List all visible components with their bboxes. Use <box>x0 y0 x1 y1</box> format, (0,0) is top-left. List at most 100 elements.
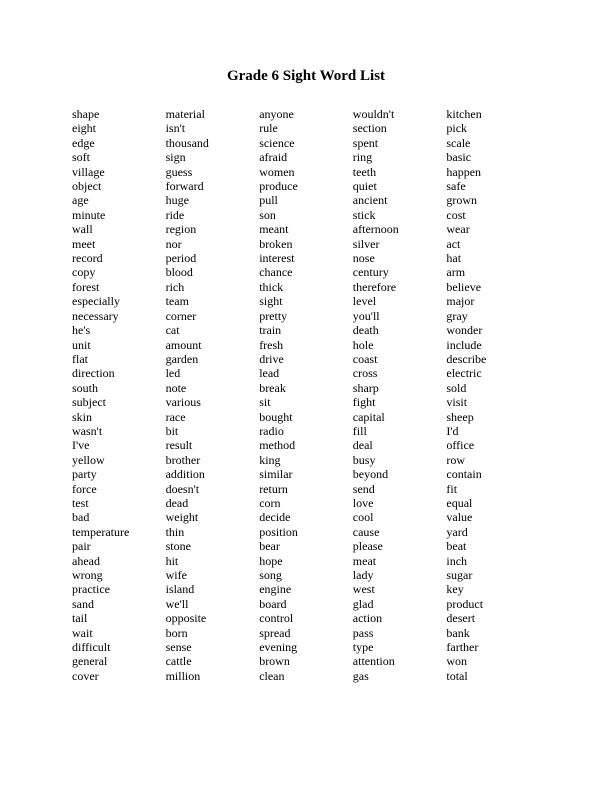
word-item: women <box>259 165 353 179</box>
word-item: bought <box>259 410 353 424</box>
word-item: edge <box>72 136 166 150</box>
word-item: pick <box>446 121 540 135</box>
word-item: temperature <box>72 525 166 539</box>
word-item: action <box>353 611 447 625</box>
word-item: silver <box>353 237 447 251</box>
word-item: spent <box>353 136 447 150</box>
word-item: age <box>72 193 166 207</box>
word-item: believe <box>446 280 540 294</box>
word-item: cool <box>353 510 447 524</box>
word-item: wife <box>166 568 260 582</box>
word-item: skin <box>72 410 166 424</box>
word-item: you'll <box>353 309 447 323</box>
word-item: clean <box>259 669 353 683</box>
word-item: wasn't <box>72 424 166 438</box>
word-item: garden <box>166 352 260 366</box>
word-item: result <box>166 438 260 452</box>
word-item: ancient <box>353 193 447 207</box>
word-item: anyone <box>259 107 353 121</box>
word-item: especially <box>72 294 166 308</box>
word-item: corner <box>166 309 260 323</box>
word-item: radio <box>259 424 353 438</box>
word-item: century <box>353 265 447 279</box>
word-item: sharp <box>353 381 447 395</box>
word-item: farther <box>446 640 540 654</box>
word-item: deal <box>353 438 447 452</box>
word-item: shape <box>72 107 166 121</box>
word-item: born <box>166 626 260 640</box>
word-item: nose <box>353 251 447 265</box>
word-item: teeth <box>353 165 447 179</box>
word-item: blood <box>166 265 260 279</box>
word-item: weight <box>166 510 260 524</box>
word-item: gas <box>353 669 447 683</box>
word-item: isn't <box>166 121 260 135</box>
word-item: control <box>259 611 353 625</box>
word-item: level <box>353 294 447 308</box>
word-item: west <box>353 582 447 596</box>
word-item: desert <box>446 611 540 625</box>
word-item: method <box>259 438 353 452</box>
word-item: I've <box>72 438 166 452</box>
word-item: period <box>166 251 260 265</box>
word-item: major <box>446 294 540 308</box>
word-item: note <box>166 381 260 395</box>
word-item: wouldn't <box>353 107 447 121</box>
word-item: direction <box>72 366 166 380</box>
word-item: drive <box>259 352 353 366</box>
word-item: train <box>259 323 353 337</box>
word-item: wall <box>72 222 166 236</box>
word-item: song <box>259 568 353 582</box>
word-item: therefore <box>353 280 447 294</box>
word-item: arm <box>446 265 540 279</box>
word-item: brown <box>259 654 353 668</box>
word-item: doesn't <box>166 482 260 496</box>
word-columns: shapeeightedgesoftvillageobjectageminute… <box>72 107 540 683</box>
word-item: village <box>72 165 166 179</box>
column-1: shapeeightedgesoftvillageobjectageminute… <box>72 107 166 683</box>
word-item: beat <box>446 539 540 553</box>
word-item: quiet <box>353 179 447 193</box>
word-item: forest <box>72 280 166 294</box>
word-item: bad <box>72 510 166 524</box>
word-item: equal <box>446 496 540 510</box>
word-item: science <box>259 136 353 150</box>
word-item: return <box>259 482 353 496</box>
word-item: million <box>166 669 260 683</box>
word-item: sugar <box>446 568 540 582</box>
word-item: engine <box>259 582 353 596</box>
word-item: ring <box>353 150 447 164</box>
word-item: son <box>259 208 353 222</box>
word-item: bank <box>446 626 540 640</box>
word-item: cost <box>446 208 540 222</box>
word-item: position <box>259 525 353 539</box>
word-item: type <box>353 640 447 654</box>
word-item: chance <box>259 265 353 279</box>
word-item: sheep <box>446 410 540 424</box>
word-item: death <box>353 323 447 337</box>
word-item: coast <box>353 352 447 366</box>
word-item: opposite <box>166 611 260 625</box>
word-item: board <box>259 597 353 611</box>
word-item: forward <box>166 179 260 193</box>
word-item: produce <box>259 179 353 193</box>
word-item: necessary <box>72 309 166 323</box>
word-item: won <box>446 654 540 668</box>
word-item: love <box>353 496 447 510</box>
word-item: beyond <box>353 467 447 481</box>
word-item: thick <box>259 280 353 294</box>
word-item: meet <box>72 237 166 251</box>
word-item: hat <box>446 251 540 265</box>
word-item: brother <box>166 453 260 467</box>
word-item: grown <box>446 193 540 207</box>
word-item: cat <box>166 323 260 337</box>
word-item: office <box>446 438 540 452</box>
word-item: decide <box>259 510 353 524</box>
word-item: record <box>72 251 166 265</box>
word-item: practice <box>72 582 166 596</box>
word-item: tail <box>72 611 166 625</box>
word-item: send <box>353 482 447 496</box>
word-item: broken <box>259 237 353 251</box>
word-item: fresh <box>259 338 353 352</box>
word-item: force <box>72 482 166 496</box>
